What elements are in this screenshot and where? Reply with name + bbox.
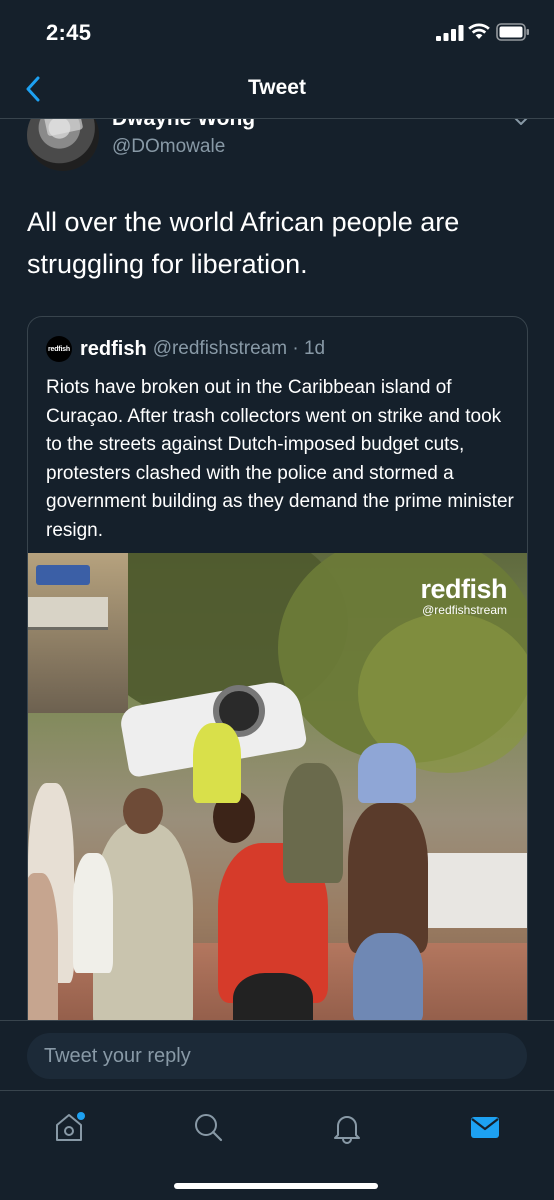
page-title: Tweet <box>248 76 306 99</box>
home-indicator <box>174 1183 378 1189</box>
tab-search[interactable] <box>186 1105 230 1149</box>
nav-header: Tweet <box>0 62 554 119</box>
quoted-tweet-text: Riots have broken out in the Caribbean i… <box>46 377 514 541</box>
quoted-avatar: redfish <box>46 336 72 362</box>
author-handle[interactable]: @DOmowale <box>112 136 225 158</box>
tab-home[interactable] <box>47 1105 91 1149</box>
quoted-author-handle: @redfishstream · 1d <box>152 338 326 359</box>
video-watermark: redfish @redfishstream <box>420 575 507 617</box>
watermark-brand: redfish <box>420 574 507 604</box>
chevron-down-icon[interactable] <box>510 119 532 129</box>
quoted-author-name: redfish <box>80 337 147 360</box>
app-screen: 2:45 Tweet Dwayne Wong @DOmowa <box>0 0 554 1200</box>
status-bar: 2:45 <box>0 0 554 62</box>
tweet-author: Dwayne Wong @DOmowale <box>0 119 554 179</box>
battery-icon <box>496 23 529 41</box>
quoted-media-video[interactable]: redfish @redfishstream <box>28 553 527 1037</box>
avatar[interactable] <box>27 119 99 171</box>
mail-icon <box>471 1117 499 1138</box>
tab-messages[interactable] <box>463 1105 507 1149</box>
home-icon <box>56 1112 85 1141</box>
reply-bar <box>0 1020 554 1091</box>
reply-input[interactable] <box>27 1033 527 1079</box>
quoted-tweet-header: redfish redfish @redfishstream · 1d <box>46 335 325 363</box>
tab-notifications[interactable] <box>325 1105 369 1149</box>
signal-icon <box>436 25 464 41</box>
search-icon <box>195 1114 223 1142</box>
bell-icon <box>334 1116 360 1144</box>
status-time: 2:45 <box>46 20 92 45</box>
author-name[interactable]: Dwayne Wong <box>112 119 255 131</box>
quoted-tweet-card[interactable]: redfish redfish @redfishstream · 1d Riot… <box>27 316 528 1038</box>
media-building <box>28 553 128 713</box>
wifi-icon <box>468 23 490 39</box>
watermark-handle: @redfishstream <box>422 603 507 617</box>
tweet-text: All over the world African people are st… <box>27 207 460 279</box>
